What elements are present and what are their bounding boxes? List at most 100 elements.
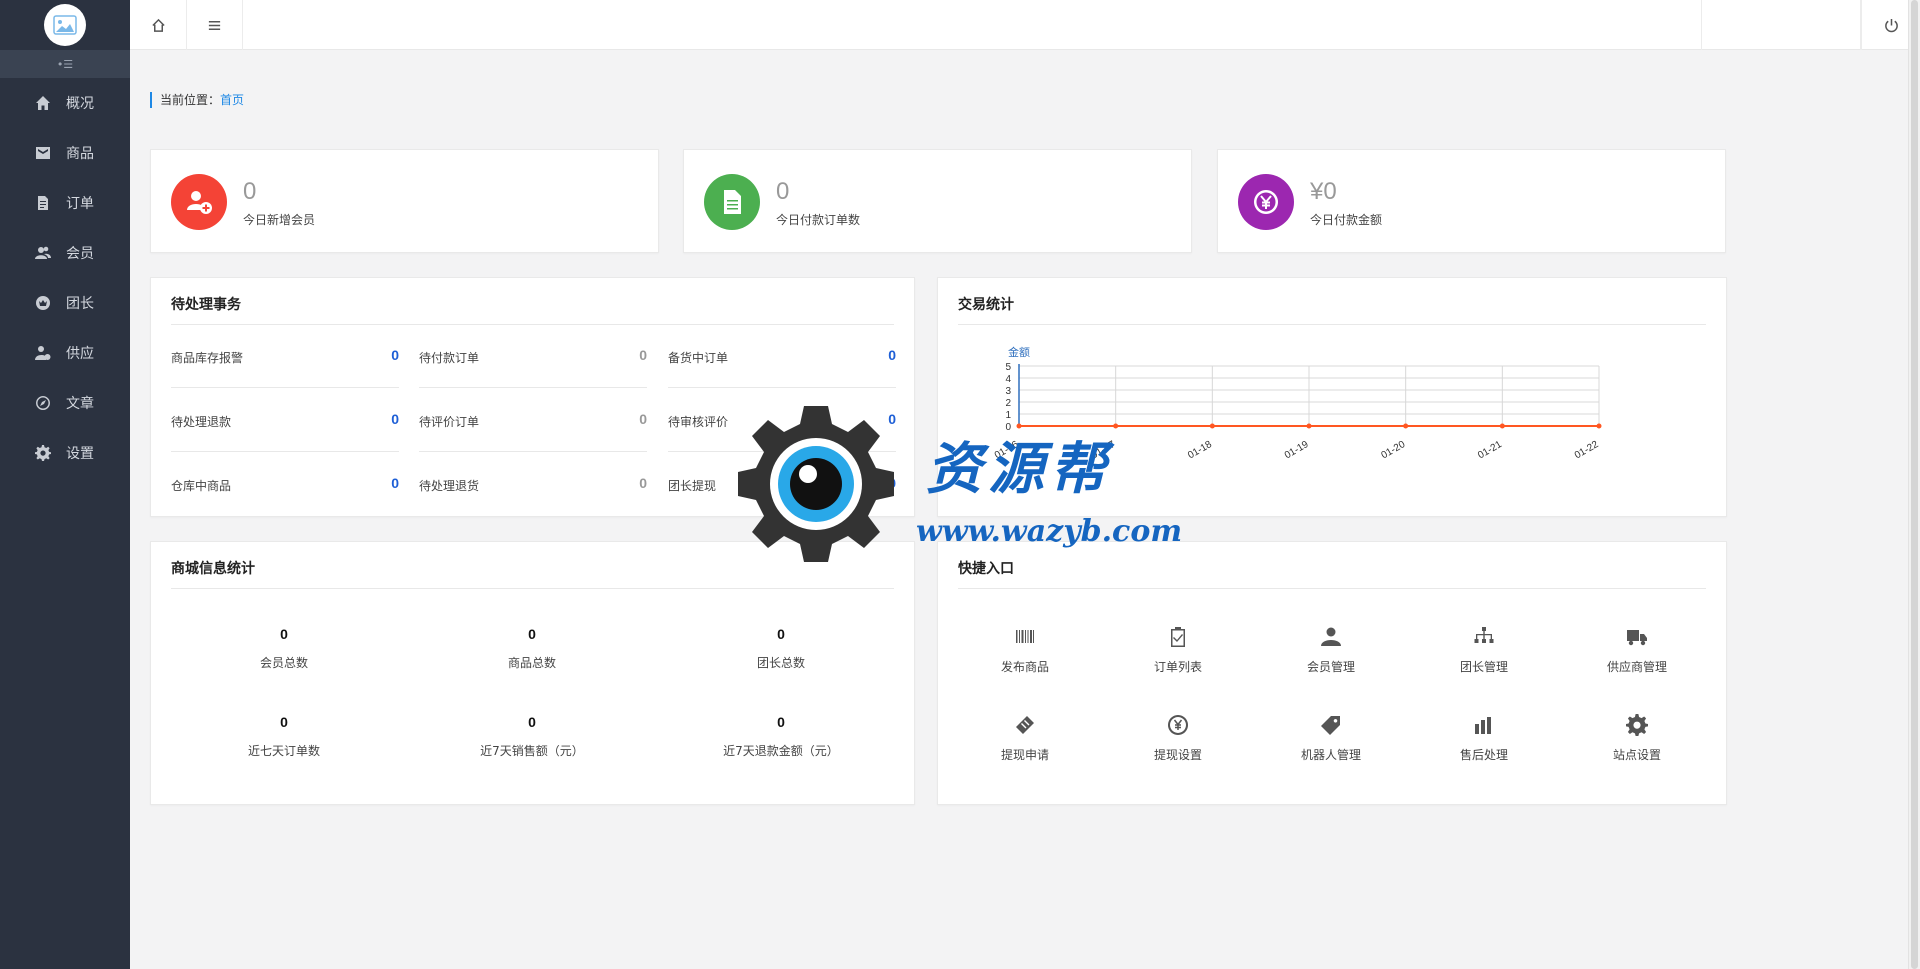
quick-leader-manage[interactable]: 团长管理 <box>1419 624 1549 675</box>
task-item[interactable]: 待审核评价 0 <box>668 389 896 452</box>
sidebar-item-members[interactable]: 会员 <box>0 228 130 278</box>
power-icon <box>1884 18 1898 32</box>
sidebar-collapse-toggle[interactable]: •☰ <box>0 50 130 78</box>
ticket-icon <box>1016 716 1034 734</box>
task-item[interactable]: 团长提现 0 <box>668 453 896 516</box>
quick-label: 售后处理 <box>1459 748 1508 762</box>
x-tick-label: 01-19 <box>1283 439 1311 462</box>
home-button[interactable] <box>130 0 187 50</box>
task-item[interactable]: 待评价订单 0 <box>419 389 647 452</box>
sidebar-item-articles[interactable]: 文章 <box>0 378 130 428</box>
mall-stat-label: 近七天订单数 <box>247 744 320 758</box>
trade-line-chart: 012345 01-16 01-17 01-18 01-19 01-20 01-21 01-2… <box>993 345 1602 462</box>
scrollbar-thumb[interactable] <box>1911 0 1918 969</box>
tag-icon <box>1321 716 1340 735</box>
sidebar-item-supply[interactable]: 供应 <box>0 328 130 378</box>
task-label: 团长提现 <box>668 479 717 493</box>
user-manage-icon <box>1321 627 1341 646</box>
quick-withdraw-apply[interactable]: 提现申请 <box>960 712 1090 763</box>
stat-value: 0 <box>243 178 257 205</box>
mall-stat-item: 0 商品总数 <box>419 626 645 671</box>
data-point <box>1016 423 1022 429</box>
document-icon <box>724 190 741 214</box>
hamburger-icon <box>208 20 221 30</box>
divider <box>958 324 1706 325</box>
quick-order-list[interactable]: 订单列表 <box>1113 624 1243 675</box>
task-count[interactable]: 0 <box>391 475 399 491</box>
crown-icon <box>34 294 52 312</box>
quick-member-manage[interactable]: 会员管理 <box>1266 624 1396 675</box>
stat-label: 今日新增会员 <box>243 213 316 227</box>
order-icon <box>34 194 52 212</box>
data-point <box>1596 423 1602 429</box>
task-item[interactable]: 备货中订单 0 <box>668 325 896 388</box>
truck-icon <box>1627 630 1647 646</box>
y-tick-label: 2 <box>1005 398 1011 409</box>
y-axis-label: 金额 <box>1008 345 1030 359</box>
task-count[interactable]: 0 <box>639 347 647 363</box>
sidebar-item-goods[interactable]: 商品 <box>0 128 130 178</box>
top-header <box>130 0 1920 50</box>
task-count[interactable]: 0 <box>639 475 647 491</box>
vertical-scrollbar[interactable] <box>1908 0 1920 969</box>
card-title: 快捷入口 <box>958 561 1014 577</box>
logo[interactable] <box>44 4 86 46</box>
divider <box>958 588 1706 589</box>
sidebar-item-orders[interactable]: 订单 <box>0 178 130 228</box>
quick-site-settings[interactable]: 站点设置 <box>1572 712 1702 763</box>
mall-stat-value: 0 <box>528 714 536 730</box>
quick-label: 订单列表 <box>1153 660 1202 674</box>
task-item[interactable]: 仓库中商品 0 <box>171 453 399 516</box>
sidebar-item-overview[interactable]: 概况 <box>0 78 130 128</box>
gear-icon <box>1626 714 1648 736</box>
quick-robot-manage[interactable]: 机器人管理 <box>1266 712 1396 763</box>
task-count[interactable]: 0 <box>391 411 399 427</box>
task-label: 仓库中商品 <box>171 479 232 493</box>
clipboard-check-icon <box>1171 627 1185 647</box>
task-item[interactable]: 待处理退款 0 <box>171 389 399 452</box>
task-label: 待评价订单 <box>419 415 480 429</box>
task-item[interactable]: 商品库存报警 0 <box>171 325 399 388</box>
task-count[interactable]: 0 <box>391 347 399 363</box>
trade-stats-card: 交易统计 0 1 2 3 4 5 01-16 01-17 01-18 01-19 01-20 01-2… <box>937 277 1727 517</box>
task-label: 待处理退货 <box>419 479 480 493</box>
task-count[interactable]: 0 <box>639 411 647 427</box>
quick-label: 会员管理 <box>1306 660 1355 674</box>
mall-stat-item: 0 近7天销售额（元） <box>419 714 645 759</box>
data-point <box>1209 423 1215 429</box>
sidebar-item-label: 设置 <box>66 446 94 462</box>
task-count[interactable]: 0 <box>888 347 896 363</box>
data-point <box>1306 423 1312 429</box>
task-item[interactable]: 待处理退货 0 <box>419 453 647 516</box>
mall-stat-value: 0 <box>280 714 288 730</box>
task-count[interactable]: 0 <box>888 475 896 491</box>
breadcrumb-home-link[interactable]: 首页 <box>220 93 244 107</box>
y-tick-label: 3 <box>1005 386 1011 397</box>
menu-toggle-button[interactable] <box>187 0 243 50</box>
sidebar-item-leaders[interactable]: 团长 <box>0 278 130 328</box>
barcode-icon <box>1016 630 1034 643</box>
sidebar-nav: 概况 商品 订单 会员 团长 供应 文章 设置 <box>0 78 130 478</box>
stat-card-paid-amount: ¥0 今日付款金额 <box>1217 149 1726 253</box>
stat-card-new-members: 0 今日新增会员 <box>150 149 659 253</box>
mall-stat-label: 近7天退款金额（元） <box>723 744 839 758</box>
sidebar-item-label: 商品 <box>66 146 94 162</box>
quick-label: 机器人管理 <box>1300 748 1361 762</box>
stat-icon-circle <box>1238 174 1294 230</box>
quick-supplier-manage[interactable]: 供应商管理 <box>1572 624 1702 675</box>
sidebar-item-label: 会员 <box>66 246 94 262</box>
user-area[interactable] <box>1701 0 1861 50</box>
quick-after-sales[interactable]: 售后处理 <box>1419 712 1549 763</box>
x-tick-label: 01-20 <box>1380 439 1408 462</box>
mall-stat-value: 0 <box>528 626 536 642</box>
quick-withdraw-settings[interactable]: 提现设置 <box>1113 712 1243 763</box>
task-label: 商品库存报警 <box>171 351 244 365</box>
task-count[interactable]: 0 <box>888 411 896 427</box>
card-title: 待处理事务 <box>171 297 241 313</box>
sidebar-item-settings[interactable]: 设置 <box>0 428 130 478</box>
mall-stat-value: 0 <box>777 714 785 730</box>
sidebar: •☰ 概况 商品 订单 会员 团长 供应 文章 设置 <box>0 0 130 969</box>
task-item[interactable]: 待付款订单 0 <box>419 325 647 388</box>
card-title: 交易统计 <box>958 297 1014 313</box>
quick-publish-goods[interactable]: 发布商品 <box>960 624 1090 675</box>
